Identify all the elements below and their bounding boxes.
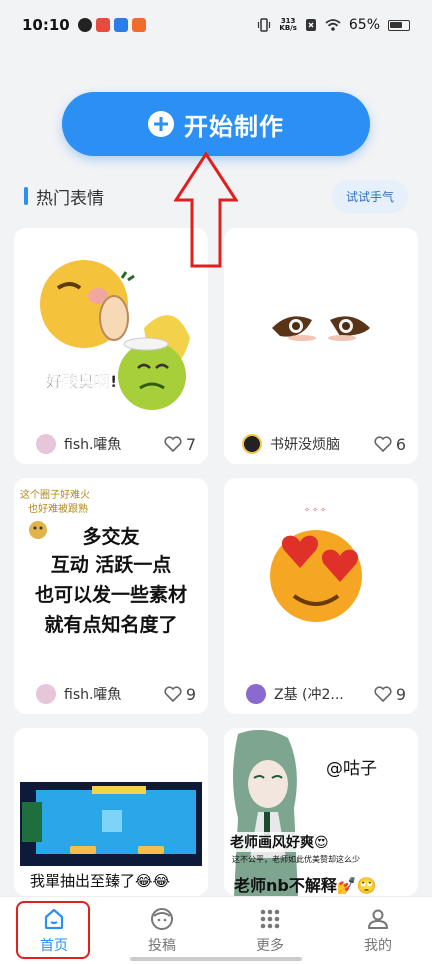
meme-image xyxy=(20,782,202,866)
like-count: 9 xyxy=(185,684,196,704)
avatar xyxy=(242,434,262,454)
meme-tiny-text: ✧ ✧ ✧ xyxy=(304,506,326,514)
author-name: fish.嚯魚 xyxy=(64,687,122,703)
meme-card[interactable]: 这个圈子好难火 也好难被跟熟 多交友 互动 活跃一点 也可以发一些素材 就有点知… xyxy=(14,478,208,714)
author-name: 书妍没烦脑 xyxy=(270,437,340,453)
net-speed: 313 KB/s xyxy=(279,18,296,32)
heart-icon xyxy=(374,436,392,452)
meme-line: 老师nb不解释💅🙄 xyxy=(234,876,377,895)
heart-icon xyxy=(164,436,182,452)
nav-submit-label: 投稿 xyxy=(148,937,176,954)
start-create-label: 开始制作 xyxy=(184,112,284,141)
meme-line: 互动 活跃一点 xyxy=(50,554,172,576)
meme-image: ✧ ✧ ✧ xyxy=(270,506,362,622)
meme-image xyxy=(272,316,370,341)
meme-caption: 我單抽出至臻了😂😂 xyxy=(30,872,171,890)
meme-line: 也可以发一些素材 xyxy=(34,584,187,606)
avatar xyxy=(36,684,56,704)
app-icon xyxy=(95,18,110,32)
card-footer: fish.嚯魚 7 xyxy=(14,424,208,464)
meme-card[interactable]: ✧ ✧ ✧ Z基 (冲2... 9 xyxy=(224,478,418,714)
avatar xyxy=(246,684,266,704)
like-button[interactable]: 6 xyxy=(374,435,406,454)
home-highlight-annotation xyxy=(16,901,90,959)
net-speed-unit: KB/s xyxy=(279,24,297,32)
meme-line: 这不公平，老师如此优美赞却这么少 xyxy=(232,855,360,864)
meme-handle: @咕子 xyxy=(326,759,377,779)
wifi-icon xyxy=(325,19,341,31)
nav-submit[interactable]: 投稿 xyxy=(108,897,216,964)
battery-icon xyxy=(388,19,410,31)
status-bar: 10:10 313 KB/s 65% xyxy=(0,0,432,50)
author-name: fish.嚯魚 xyxy=(64,437,122,453)
app-icon xyxy=(113,18,128,32)
card-footer: Z基 (冲2... 9 xyxy=(224,674,418,714)
meme-caption: 好酸臭啊! xyxy=(46,372,118,391)
nav-mine[interactable]: 我的 xyxy=(324,897,432,964)
battery-percent: 65% xyxy=(348,17,380,33)
meme-image xyxy=(233,729,298,896)
card-footer: 书妍没烦脑 6 xyxy=(224,424,418,464)
section-title: 热门表情 xyxy=(36,188,104,209)
meme-line: 多交友 xyxy=(82,526,140,548)
start-create-button[interactable]: 开始制作 xyxy=(62,92,370,156)
sim-off-icon xyxy=(305,19,316,31)
meme-line: 就有点知名度了 xyxy=(44,614,178,636)
home-indicator[interactable] xyxy=(130,957,302,961)
meme-card[interactable]: @咕子 老师画风好爽😍 这不公平，老师如此优美赞却这么少 老师nb不解释💅🙄 xyxy=(224,728,418,896)
red-arrow-annotation xyxy=(174,152,238,268)
heart-icon xyxy=(374,686,392,702)
section-accent-bar xyxy=(24,187,28,205)
meme-small-text: 这个圈子好难火 xyxy=(20,490,90,501)
author-name: Z基 (冲2... xyxy=(274,687,344,703)
like-count: 7 xyxy=(185,434,196,454)
like-count: 9 xyxy=(395,684,406,704)
user-icon xyxy=(368,909,388,929)
nav-more[interactable]: 更多 xyxy=(216,897,324,964)
meme-card[interactable]: 书妍没烦脑 6 xyxy=(224,228,418,464)
nav-mine-label: 我的 xyxy=(364,937,392,954)
meme-card[interactable]: 我單抽出至臻了😂😂 xyxy=(14,728,208,896)
status-right: 313 KB/s 65% xyxy=(257,17,410,33)
face-icon xyxy=(151,907,173,930)
card-footer: fish.嚯魚 9 xyxy=(14,674,208,714)
like-button[interactable]: 9 xyxy=(164,685,196,704)
like-count: 6 xyxy=(395,434,406,454)
like-button[interactable]: 9 xyxy=(374,685,406,704)
try-luck-button[interactable]: 试试手气 xyxy=(331,179,408,213)
avatar xyxy=(36,434,56,454)
heart-icon xyxy=(164,686,182,702)
status-time: 10:10 xyxy=(22,16,70,34)
vibrate-icon xyxy=(258,18,271,32)
nav-more-label: 更多 xyxy=(256,937,284,954)
app-icon xyxy=(77,18,92,32)
meme-small-text: 也好难被跟熟 xyxy=(28,504,88,515)
plus-circle-icon xyxy=(148,111,174,137)
like-button[interactable]: 7 xyxy=(164,435,196,454)
grid-icon xyxy=(260,909,280,928)
app-icon xyxy=(131,18,146,32)
meme-line: 老师画风好爽😍 xyxy=(230,832,329,852)
